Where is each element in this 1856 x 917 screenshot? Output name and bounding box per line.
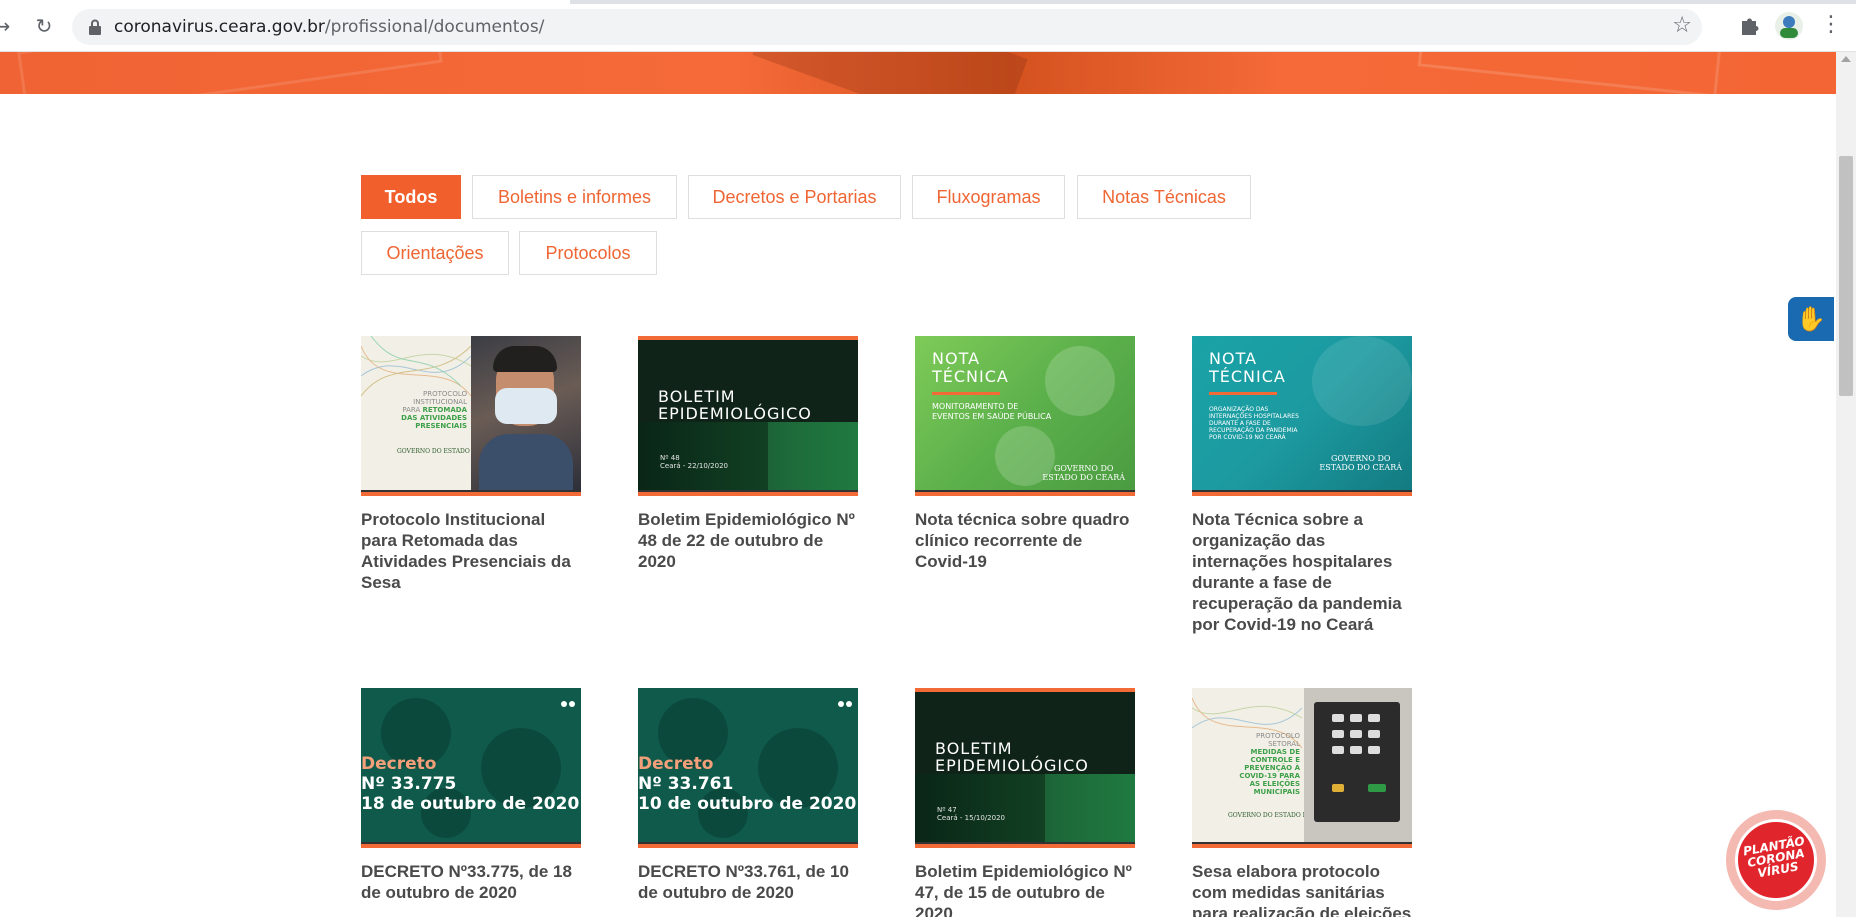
document-card[interactable]: Decreto Nº 33.775 18 de outubro de 2020 … — [361, 688, 581, 903]
document-card[interactable]: BOLETIM EPIDEMIOLÓGICO Nº 47 Ceará - 15/… — [915, 688, 1135, 917]
filter-boletins[interactable]: Boletins e informes — [472, 175, 677, 219]
thumbnail-subtitle: MONITORAMENTO DE EVENTOS EM SAÚDE PÚBLIC… — [932, 402, 1052, 421]
document-card[interactable]: NOTA TÉCNICA MONITORAMENTO DE EVENTOS EM… — [915, 336, 1135, 572]
card-thumbnail[interactable]: BOLETIM EPIDEMIOLÓGICO Nº 47 Ceará - 15/… — [915, 688, 1135, 848]
vlibras-widget[interactable]: ✋ — [1788, 297, 1834, 341]
thumbnail-text: PROTOCOLO SETORAL MEDIDAS DE CONTROLE E … — [1239, 732, 1300, 796]
hero-banner — [0, 52, 1836, 94]
tab-strip — [0, 0, 1856, 4]
document-card[interactable]: BOLETIM EPIDEMIOLÓGICO Nº 48 Ceará - 22/… — [638, 336, 858, 572]
thumbnail-text: NOTA TÉCNICA — [1209, 349, 1286, 386]
url-domain: coronavirus.ceara.gov.br — [114, 17, 325, 37]
social-icons — [836, 694, 852, 707]
page-scrollbar[interactable] — [1836, 52, 1856, 917]
thumbnail-text: NOTA TÉCNICA — [932, 349, 1009, 386]
card-title[interactable]: DECRETO Nº33.761, de 10 de outubro de 20… — [638, 861, 858, 903]
filter-fluxogramas[interactable]: Fluxogramas — [912, 175, 1065, 219]
browser-toolbar: → ↻ coronavirus.ceara.gov.br/profissiona… — [0, 0, 1856, 52]
star-icon[interactable]: ☆ — [1672, 13, 1692, 38]
filter-notas-tecnicas[interactable]: Notas Técnicas — [1077, 175, 1251, 219]
filter-protocolos[interactable]: Protocolos — [519, 231, 657, 275]
scroll-up-arrow[interactable] — [1841, 56, 1851, 62]
page-content: Todos Boletins e informes Decretos e Por… — [0, 52, 1836, 917]
thumbnail-text: BOLETIM EPIDEMIOLÓGICO — [935, 739, 1089, 775]
puzzle-icon[interactable] — [1736, 13, 1762, 39]
card-thumbnail[interactable]: PROTOCOLO INSTITUCIONAL PARA RETOMADA DA… — [361, 336, 581, 496]
card-thumbnail[interactable]: BOLETIM EPIDEMIOLÓGICO Nº 48 Ceará - 22/… — [638, 336, 858, 496]
thumbnail-text: Decreto Nº 33.761 10 de outubro de 2020 — [638, 754, 857, 814]
url-path: /profissional/documentos/ — [324, 17, 545, 37]
card-thumbnail[interactable]: NOTA TÉCNICA ORGANIZAÇÃO DAS INTERNAÇÕES… — [1192, 336, 1412, 496]
thumbnail-text: Decreto Nº 33.775 18 de outubro de 2020 — [361, 754, 580, 814]
thumbnail-date: Nº 47 Ceará - 15/10/2020 — [937, 806, 1005, 822]
document-card[interactable]: PROTOCOLO INSTITUCIONAL PARA RETOMADA DA… — [361, 336, 581, 593]
plantao-corona-virus-badge[interactable]: PLANTÃO CORONA VÍRUS — [1726, 810, 1826, 910]
gov-ceara-logo: GOVERNO DO ESTADO DO CEARÁ — [1042, 464, 1125, 482]
back-icon[interactable]: → — [0, 12, 16, 40]
thumbnail-text: BOLETIM EPIDEMIOLÓGICO — [658, 387, 812, 423]
card-title[interactable]: Boletim Epidemiológico Nº 47, de 15 de o… — [915, 861, 1135, 917]
profile-avatar[interactable] — [1774, 11, 1804, 41]
filter-decretos[interactable]: Decretos e Portarias — [688, 175, 901, 219]
card-title[interactable]: DECRETO Nº33.775, de 18 de outubro de 20… — [361, 861, 581, 903]
document-card[interactable]: Decreto Nº 33.761 10 de outubro de 2020 … — [638, 688, 858, 903]
vlibras-hands-icon: ✋ — [1796, 305, 1826, 333]
thumbnail-subtitle: ORGANIZAÇÃO DAS INTERNAÇÕES HOSPITALARES… — [1209, 406, 1299, 441]
scrollbar-thumb[interactable] — [1839, 156, 1853, 396]
masked-man-photo — [471, 336, 581, 494]
card-title[interactable]: Boletim Epidemiológico Nº 48 de 22 de ou… — [638, 509, 858, 572]
card-title[interactable]: Protocolo Institucional para Retomada da… — [361, 509, 581, 593]
card-title[interactable]: Sesa elabora protocolo com medidas sanit… — [1192, 861, 1412, 917]
card-thumbnail[interactable]: NOTA TÉCNICA MONITORAMENTO DE EVENTOS EM… — [915, 336, 1135, 496]
card-thumbnail[interactable]: Decreto Nº 33.775 18 de outubro de 2020 — [361, 688, 581, 848]
menu-dots-icon[interactable]: ⋮ — [1820, 12, 1842, 37]
document-card[interactable]: NOTA TÉCNICA ORGANIZAÇÃO DAS INTERNAÇÕES… — [1192, 336, 1412, 635]
card-thumbnail[interactable]: Decreto Nº 33.761 10 de outubro de 2020 — [638, 688, 858, 848]
document-card[interactable]: PROTOCOLO SETORAL MEDIDAS DE CONTROLE E … — [1192, 688, 1412, 917]
lock-icon — [89, 19, 101, 35]
card-title[interactable]: Nota Técnica sobre a organização das int… — [1192, 509, 1412, 635]
gov-ceara-logo: GOVERNO DO ESTADO DO CEARÁ — [1319, 454, 1402, 472]
card-title[interactable]: Nota técnica sobre quadro clínico recorr… — [915, 509, 1135, 572]
filter-todos[interactable]: Todos — [361, 175, 461, 219]
filter-orientacoes[interactable]: Orientações — [361, 231, 509, 275]
thumbnail-text: PROTOCOLO INSTITUCIONAL PARA RETOMADA DA… — [401, 390, 467, 430]
reload-icon[interactable]: ↻ — [30, 12, 58, 40]
address-bar[interactable]: coronavirus.ceara.gov.br/profissional/do… — [72, 9, 1702, 45]
plantao-text: PLANTÃO CORONA VÍRUS — [1742, 833, 1806, 881]
voting-machine-photo — [1304, 688, 1412, 842]
card-thumbnail[interactable]: PROTOCOLO SETORAL MEDIDAS DE CONTROLE E … — [1192, 688, 1412, 848]
url-text: coronavirus.ceara.gov.br/profissional/do… — [114, 17, 544, 37]
thumbnail-date: Nº 48 Ceará - 22/10/2020 — [660, 454, 728, 470]
social-icons — [559, 694, 575, 707]
